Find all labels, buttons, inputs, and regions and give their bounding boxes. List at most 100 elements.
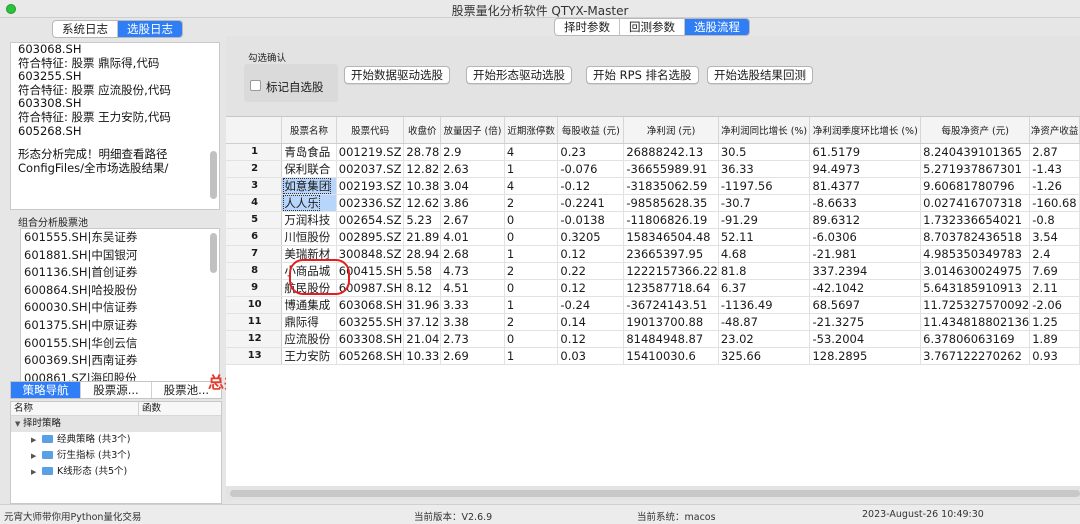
- column-header[interactable]: 股票代码: [336, 117, 405, 144]
- table-row[interactable]: 6 川恒股份 002895.SZ 21.89 4.01 0 0.3205 158346504.…: [226, 228, 1080, 246]
- pool-item[interactable]: 601881.SH|中国银河: [21, 247, 219, 265]
- tab-strategy-nav[interactable]: 策略导航: [11, 382, 82, 398]
- table-row[interactable]: 3 如意集团 002193.SZ 10.38 3.04 4 -0.12 -31835062.5…: [226, 177, 1080, 195]
- selected-stock-name: 人人乐: [281, 194, 337, 212]
- table-row[interactable]: 9 航民股份 600987.SH 8.12 4.51 0 0.12 123587718.64 6…: [226, 279, 1080, 297]
- row-index[interactable]: 9: [226, 279, 283, 297]
- pool-item[interactable]: 600369.SH|西南证券: [21, 352, 219, 370]
- table-cell: 12.82: [403, 160, 442, 178]
- table-cell: 4.68: [718, 245, 811, 263]
- table-cell: 1: [504, 347, 559, 365]
- pool-item[interactable]: 600030.SH|中信证券: [21, 299, 219, 317]
- tab-stock-flow[interactable]: 选股流程: [685, 19, 749, 35]
- table-row[interactable]: 11 鼎际得 603255.SH 37.12 3.38 2 0.14 19013700.88-…: [226, 313, 1080, 331]
- row-index[interactable]: 8: [226, 262, 283, 280]
- table-cell: 11.434818802136: [920, 313, 1031, 331]
- confirm-group: 勾选确认 标记自选股: [236, 44, 338, 102]
- row-index[interactable]: 2: [226, 160, 283, 178]
- column-header[interactable]: 净资产收益: [1029, 117, 1080, 144]
- tree-node-derived[interactable]: ▶ 衍生指标 (共3个): [11, 448, 221, 464]
- result-table-area: 股票名称 股票代码 收盘价 放量因子 (倍) 近期涨停数 每股收益 (元) 净利润 (元) 净…: [226, 116, 1080, 486]
- table-cell: -1197.56: [718, 177, 811, 195]
- tab-timing-params[interactable]: 择时参数: [555, 19, 620, 35]
- table-cell: 31.96: [403, 296, 442, 314]
- table-cell: 1.89: [1029, 330, 1080, 348]
- table-cell: 002654.SZ: [336, 211, 405, 229]
- pool-item[interactable]: 601375.SH|中原证券: [21, 317, 219, 335]
- tree-node-root[interactable]: ▼ 择时策略: [11, 416, 221, 432]
- table-cell: 4.985350349783: [920, 245, 1031, 263]
- table-cell: 2.87: [1029, 143, 1080, 161]
- tab-backtest-params[interactable]: 回测参数: [620, 19, 685, 35]
- table-cell: 28.94: [403, 245, 442, 263]
- table-cell: 6.37806063169: [920, 330, 1031, 348]
- log-scrollbar[interactable]: [210, 151, 217, 199]
- tree-col-name[interactable]: 名称: [11, 402, 139, 415]
- tab-system-log[interactable]: 系统日志: [53, 21, 118, 37]
- pool-item[interactable]: 600155.SH|华创云信: [21, 335, 219, 353]
- column-header[interactable]: 净利润同比增长 (%): [718, 117, 811, 144]
- collapse-icon[interactable]: ▶: [31, 433, 39, 448]
- table-cell: 1.25: [1029, 313, 1080, 331]
- column-header[interactable]: 近期涨停数: [504, 117, 559, 144]
- backtest-button[interactable]: 开始选股结果回测: [707, 66, 813, 84]
- table-row[interactable]: 10 博通集成 603068.SH 31.96 3.33 1 -0.24 -36724143.…: [226, 296, 1080, 314]
- rps-rank-button[interactable]: 开始 RPS 排名选股: [586, 66, 699, 84]
- data-drive-button[interactable]: 开始数据驱动选股: [344, 66, 450, 84]
- pool-item[interactable]: 600864.SH|哈投股份: [21, 282, 219, 300]
- row-index[interactable]: 7: [226, 245, 283, 263]
- table-cell: 001219.SZ: [336, 143, 405, 161]
- table-cell: 002336.SZ: [336, 194, 405, 212]
- pool-item[interactable]: 601555.SH|东吴证券: [21, 229, 219, 247]
- pattern-drive-button[interactable]: 开始形态驱动选股: [466, 66, 572, 84]
- table-cell: 1: [504, 296, 559, 314]
- table-row[interactable]: 1 青岛食品 001219.SZ 28.78 2.9 4 0.23 26888242.13 30…: [226, 143, 1080, 161]
- column-header[interactable]: 每股净资产 (元): [920, 117, 1031, 144]
- table-row[interactable]: 2 保利联合 002037.SZ 12.82 2.63 1 -0.076 -36655989.…: [226, 160, 1080, 178]
- table-row[interactable]: 12 应流股份 603308.SH 21.04 2.73 0 0.12 81484948.87…: [226, 330, 1080, 348]
- collapse-icon[interactable]: ▶: [31, 465, 39, 480]
- tree-node-kline[interactable]: ▶ K线形态 (共5个): [11, 464, 221, 480]
- table-cell: 5.23: [403, 211, 442, 229]
- column-header[interactable]: 放量因子 (倍): [440, 117, 505, 144]
- table-cell: 0: [504, 228, 559, 246]
- row-index[interactable]: 5: [226, 211, 283, 229]
- table-row[interactable]: 4 人人乐 002336.SZ 12.62 3.86 2 -0.2241 -98585628.…: [226, 194, 1080, 212]
- column-header[interactable]: 收盘价: [403, 117, 442, 144]
- row-index[interactable]: 6: [226, 228, 283, 246]
- pool-scrollbar[interactable]: [210, 233, 217, 273]
- column-header[interactable]: 股票名称: [281, 117, 337, 144]
- tab-stock-log[interactable]: 选股日志: [118, 21, 182, 37]
- row-index[interactable]: 13: [226, 347, 283, 365]
- left-panel: 系统日志 选股日志 603068.SH 符合特征: 股票 鼎际得,代码 603255…: [8, 18, 222, 504]
- table-row[interactable]: 7 美瑞新材 300848.SZ 28.94 2.68 1 0.12 23665397.95 4…: [226, 245, 1080, 263]
- row-index[interactable]: 1: [226, 143, 283, 161]
- table-row[interactable]: 5 万润科技 002654.SZ 5.23 2.67 0 -0.0138 -11806826.…: [226, 211, 1080, 229]
- collapse-icon[interactable]: ▶: [31, 449, 39, 464]
- tab-stock-source[interactable]: 股票源...: [81, 382, 152, 398]
- table-horizontal-scrollbar[interactable]: [230, 490, 1080, 497]
- column-header[interactable]: 净利润季度环比增长 (%): [809, 117, 922, 144]
- tree-node-classic[interactable]: ▶ 经典策略 (共3个): [11, 432, 221, 448]
- column-header[interactable]: 每股收益 (元): [557, 117, 625, 144]
- log-text-area[interactable]: 603068.SH 符合特征: 股票 鼎际得,代码 603255.SH 符合特征: 股…: [10, 42, 220, 210]
- table-row[interactable]: 13 王力安防 605268.SH 10.33 2.69 1 0.03 15410030.6 3…: [226, 347, 1080, 365]
- table-cell: 11.725327570092: [920, 296, 1031, 314]
- column-header[interactable]: 净利润 (元): [623, 117, 719, 144]
- tree-col-function[interactable]: 函数: [139, 402, 161, 415]
- row-index[interactable]: 10: [226, 296, 283, 314]
- row-index[interactable]: 12: [226, 330, 283, 348]
- table-cell: 28.78: [403, 143, 442, 161]
- expand-icon[interactable]: ▼: [15, 417, 23, 432]
- table-cell: 1222157366.22: [623, 262, 719, 280]
- table-cell: 5.643185910913: [920, 279, 1031, 297]
- log-line: 603068.SH: [18, 42, 82, 56]
- row-index[interactable]: 4: [226, 194, 283, 212]
- pool-item[interactable]: 601136.SH|首创证券: [21, 264, 219, 282]
- table-row[interactable]: 8 小商品城 600415.SH 5.58 4.73 2 0.22 1222157366.22…: [226, 262, 1080, 280]
- stock-pool-list[interactable]: 601555.SH|东吴证券 601881.SH|中国银河 601136.SH|首创…: [20, 228, 220, 388]
- row-index[interactable]: 3: [226, 177, 283, 195]
- mark-favorite-checkbox[interactable]: [250, 80, 261, 91]
- table-cell: 300848.SZ: [336, 245, 405, 263]
- row-index[interactable]: 11: [226, 313, 283, 331]
